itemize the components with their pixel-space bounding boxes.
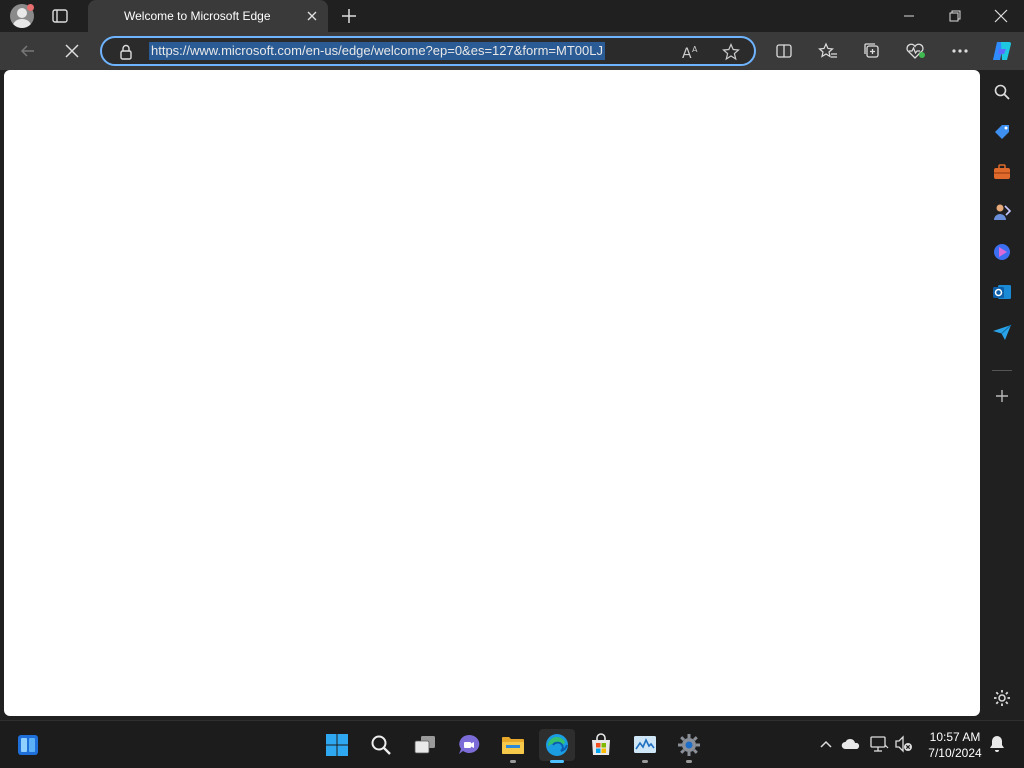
running-indicator bbox=[686, 760, 692, 763]
clock[interactable]: 10:57 AM 7/10/2024 bbox=[920, 729, 990, 761]
tab-close-icon[interactable] bbox=[304, 8, 320, 24]
split-screen-icon[interactable] bbox=[770, 38, 798, 64]
page-content[interactable] bbox=[4, 70, 980, 716]
profile-notification-badge bbox=[27, 4, 34, 11]
new-tab-icon[interactable] bbox=[339, 6, 359, 26]
edge-icon[interactable] bbox=[539, 729, 575, 763]
store-icon[interactable] bbox=[583, 729, 619, 761]
search-icon[interactable] bbox=[990, 80, 1014, 104]
tools-icon[interactable] bbox=[990, 160, 1014, 184]
drop-icon[interactable] bbox=[990, 320, 1014, 344]
network-icon[interactable] bbox=[868, 733, 890, 755]
file-explorer-icon[interactable] bbox=[495, 729, 531, 763]
browser-essentials-icon[interactable] bbox=[902, 38, 930, 64]
games-icon[interactable] bbox=[990, 200, 1014, 224]
settings-gear-icon[interactable] bbox=[671, 729, 707, 763]
close-icon[interactable] bbox=[978, 0, 1024, 32]
favorites-icon[interactable] bbox=[814, 38, 842, 64]
more-icon[interactable] bbox=[946, 38, 974, 64]
url-text[interactable]: https://www.microsoft.com/en-us/edge/wel… bbox=[149, 42, 605, 60]
taskbar: 10:57 AM 7/10/2024 bbox=[0, 720, 1024, 768]
tab-actions-icon[interactable] bbox=[50, 6, 70, 26]
copilot-icon[interactable] bbox=[988, 38, 1016, 64]
back-arrow-icon[interactable] bbox=[14, 38, 42, 64]
minimize-icon[interactable] bbox=[886, 0, 932, 32]
settings-icon[interactable] bbox=[990, 686, 1014, 710]
title-bar: Welcome to Microsoft Edge bbox=[0, 0, 1024, 32]
clock-time: 10:57 AM bbox=[929, 730, 981, 744]
lock-icon[interactable] bbox=[115, 42, 137, 62]
svg-text:A: A bbox=[682, 46, 692, 61]
widgets-icon[interactable] bbox=[10, 729, 46, 761]
notifications-icon[interactable] bbox=[986, 733, 1008, 755]
volume-muted-icon[interactable] bbox=[893, 733, 915, 755]
task-view-icon[interactable] bbox=[407, 729, 443, 761]
task-manager-icon[interactable] bbox=[627, 729, 663, 763]
copilot-app-icon[interactable] bbox=[990, 240, 1014, 264]
onedrive-icon[interactable] bbox=[840, 733, 862, 755]
active-indicator bbox=[550, 760, 564, 763]
stop-loading-icon[interactable] bbox=[58, 38, 86, 64]
add-icon[interactable] bbox=[990, 384, 1014, 408]
restore-icon[interactable] bbox=[932, 0, 978, 32]
favorite-star-icon[interactable] bbox=[720, 42, 742, 62]
outlook-icon[interactable] bbox=[990, 280, 1014, 304]
read-aloud-icon[interactable]: AA bbox=[680, 42, 702, 62]
running-indicator bbox=[642, 760, 648, 763]
collections-icon[interactable] bbox=[858, 38, 886, 64]
sidebar-separator bbox=[992, 370, 1012, 371]
shopping-icon[interactable] bbox=[990, 120, 1014, 144]
clock-date: 7/10/2024 bbox=[928, 746, 982, 760]
running-indicator bbox=[510, 760, 516, 763]
tab-title: Welcome to Microsoft Edge bbox=[124, 9, 271, 23]
browser-toolbar: https://www.microsoft.com/en-us/edge/wel… bbox=[0, 32, 1024, 70]
start-icon[interactable] bbox=[319, 729, 355, 761]
svg-text:A: A bbox=[692, 45, 698, 54]
address-bar[interactable]: https://www.microsoft.com/en-us/edge/wel… bbox=[100, 36, 756, 66]
edge-sidebar bbox=[980, 70, 1024, 716]
teams-chat-icon[interactable] bbox=[451, 729, 487, 761]
show-hidden-icons-chevron-icon[interactable] bbox=[815, 733, 837, 755]
tab-active[interactable]: Welcome to Microsoft Edge bbox=[88, 0, 328, 32]
search-icon[interactable] bbox=[363, 729, 399, 761]
